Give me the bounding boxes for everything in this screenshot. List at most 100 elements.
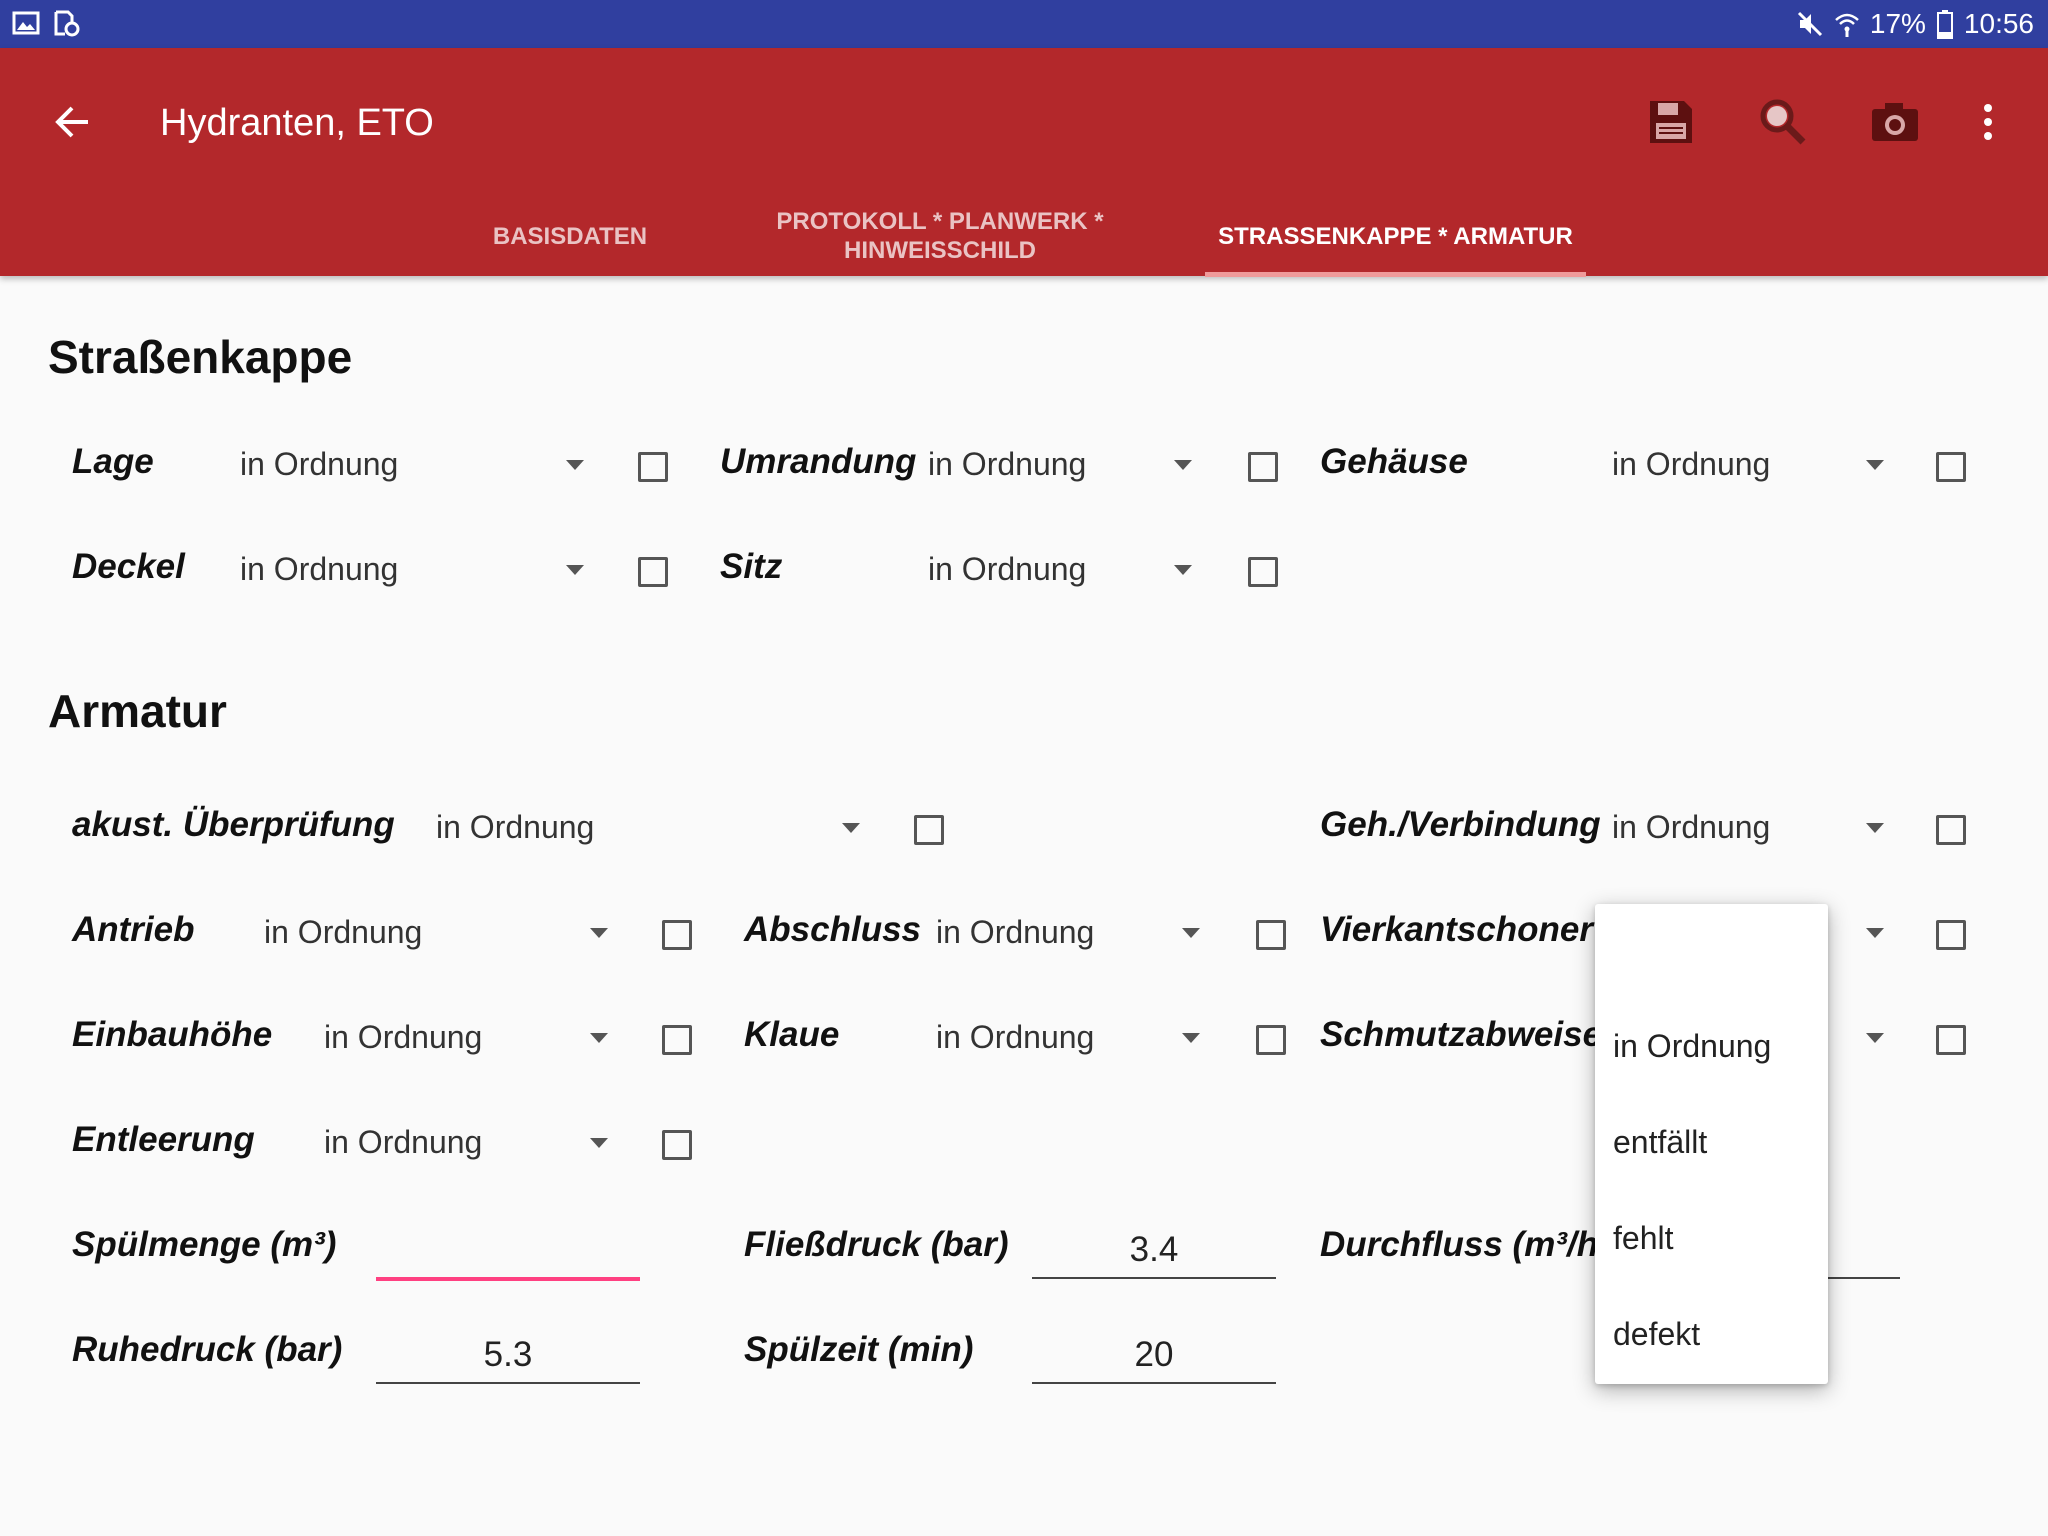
battery-percent: 17% [1869,8,1926,39]
checkbox-gehaeuse[interactable] [1936,452,1966,482]
dropdown-arrow-icon[interactable] [590,1033,608,1043]
dropdown-option-empty[interactable] [1613,944,1813,984]
label-schmutzabweiser: Schmutzabweiser [1320,1015,1616,1054]
dropdown-arrow-icon[interactable] [566,460,584,470]
input-underline [1032,1277,1276,1279]
dropdown-arrow-icon[interactable] [590,1138,608,1148]
checkbox-umrandung[interactable] [1248,452,1278,482]
tab-indicator [1205,272,1586,277]
dropdown-arrow-icon[interactable] [1866,823,1884,833]
spinner-geh-verbindung[interactable]: in Ordnung [1612,809,1770,846]
tab-label: BASISDATEN [492,222,648,250]
search-icon [1760,99,1806,145]
spinner-sitz[interactable]: in Ordnung [928,551,1086,588]
checkbox-vierkantschoner[interactable] [1936,920,1966,950]
save-button[interactable] [1643,94,1699,150]
spinner-lage[interactable]: in Ordnung [240,446,398,483]
checkbox-sitz[interactable] [1248,557,1278,587]
spinner-entleerung[interactable]: in Ordnung [324,1124,482,1161]
search-button[interactable] [1755,94,1811,150]
label-sitz: Sitz [720,547,783,586]
image-icon [12,11,40,35]
spinner-deckel[interactable]: in Ordnung [240,551,398,588]
input-spuelzeit[interactable]: 20 [1032,1335,1276,1375]
status-right: 17% 10:56 [1796,0,2034,48]
app-bar: Hydranten, ETO BASISDATEN PROTOKOLL * PL… [0,48,2048,276]
dropdown-option-in-ordnung[interactable]: in Ordnung [1613,1028,1771,1065]
dropdown-arrow-icon[interactable] [1174,460,1192,470]
input-fliessdruck[interactable]: 3.4 [1032,1230,1276,1270]
checkbox-entleerung[interactable] [662,1130,692,1160]
dropdown-arrow-icon[interactable] [1866,460,1884,470]
back-button[interactable] [50,100,94,144]
camera-button[interactable] [1867,94,1923,150]
checkbox-einbauhoehe[interactable] [662,1025,692,1055]
dropdown-option-entfaellt[interactable]: entfällt [1613,1124,1707,1161]
dropdown-arrow-icon[interactable] [1866,928,1884,938]
tab-protokoll[interactable]: PROTOKOLL * PLANWERK * HINWEISSCHILD [760,196,1120,276]
label-gehaeuse: Gehäuse [1320,442,1468,481]
dropdown-arrow-icon[interactable] [1866,1033,1884,1043]
checkbox-klaue[interactable] [1256,1025,1286,1055]
spinner-akust-ueberpruefung[interactable]: in Ordnung [436,809,594,846]
label-lage: Lage [72,442,154,481]
dropdown-option-defekt[interactable]: defekt [1613,1316,1700,1353]
tab-strassenkappe-armatur[interactable]: STRASSENKAPPE * ARMATUR [1205,196,1586,276]
wifi-icon [1835,13,1859,37]
arrow-back-icon [55,106,88,138]
tab-basisdaten[interactable]: BASISDATEN [430,196,710,276]
label-einbauhoehe: Einbauhöhe [72,1015,273,1054]
dropdown-arrow-icon[interactable] [1174,565,1192,575]
spinner-umrandung[interactable]: in Ordnung [928,446,1086,483]
battery-icon [1936,10,1953,39]
checkbox-antrieb[interactable] [662,920,692,950]
label-durchfluss: Durchfluss (m³/h) [1320,1225,1610,1264]
checkbox-abschluss[interactable] [1256,920,1286,950]
label-ruhedruck: Ruhedruck (bar) [72,1330,343,1369]
spinner-gehaeuse[interactable]: in Ordnung [1612,446,1770,483]
checkbox-akust-ueberpruefung[interactable] [914,815,944,845]
input-underline-focused [376,1277,640,1281]
label-vierkantschoner: Vierkantschoner [1320,910,1593,949]
dropdown-arrow-icon[interactable] [590,928,608,938]
input-underline [1032,1382,1276,1384]
spinner-einbauhoehe[interactable]: in Ordnung [324,1019,482,1056]
checkbox-lage[interactable] [638,452,668,482]
tab-bar: BASISDATEN PROTOKOLL * PLANWERK * HINWEI… [0,196,2048,276]
label-spuelmenge: Spülmenge (m³) [72,1225,337,1264]
dropdown-arrow-icon[interactable] [1182,928,1200,938]
dropdown-arrow-icon[interactable] [842,823,860,833]
spinner-antrieb[interactable]: in Ordnung [264,914,422,951]
tab-label: STRASSENKAPPE * ARMATUR [1218,222,1573,250]
label-deckel: Deckel [72,547,185,586]
dropdown-popup: in Ordnung entfällt fehlt defekt [1595,904,1828,1384]
dropdown-arrow-icon[interactable] [566,565,584,575]
label-spuelzeit: Spülzeit (min) [744,1330,974,1369]
section-title-armatur: Armatur [48,685,227,737]
label-entleerung: Entleerung [72,1120,255,1159]
dropdown-arrow-icon[interactable] [1182,1033,1200,1043]
spinner-klaue[interactable]: in Ordnung [936,1019,1094,1056]
status-left-icons [12,9,80,37]
clock: 10:56 [1963,8,2034,39]
checkbox-schmutzabweiser[interactable] [1936,1025,1966,1055]
checkbox-deckel[interactable] [638,557,668,587]
checkbox-geh-verbindung[interactable] [1936,815,1966,845]
label-abschluss: Abschluss [744,910,921,949]
label-akust-ueberpruefung: akust. Überprüfung [72,805,395,844]
tab-label-line2: HINWEISSCHILD [844,237,1036,264]
mute-icon [1797,11,1822,37]
tab-label-line1: PROTOKOLL * PLANWERK * [776,208,1104,235]
label-antrieb: Antrieb [72,910,195,949]
status-bar: 17% 10:56 [0,0,2048,48]
dropdown-option-fehlt[interactable]: fehlt [1613,1220,1673,1257]
overflow-menu-button[interactable] [1960,94,2016,150]
section-title-strassenkappe: Straßenkappe [48,331,353,383]
label-umrandung: Umrandung [720,442,917,481]
input-ruhedruck[interactable]: 5.3 [376,1335,640,1375]
label-geh-verbindung: Geh./Verbindung [1320,805,1601,844]
spinner-abschluss[interactable]: in Ordnung [936,914,1094,951]
document-clock-icon [54,10,80,37]
app-title: Hydranten, ETO [160,102,434,144]
input-underline [376,1382,640,1384]
